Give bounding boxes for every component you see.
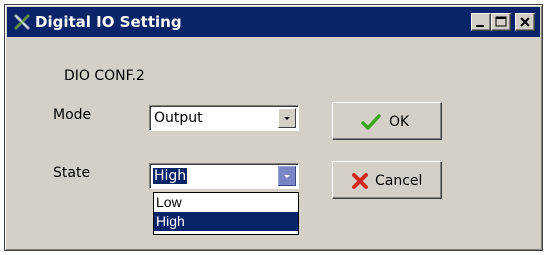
state-option-high[interactable]: High	[154, 212, 298, 231]
crossed-tools-icon	[13, 13, 31, 31]
chevron-down-icon	[284, 175, 290, 178]
window-title: Digital IO Setting	[35, 13, 182, 31]
state-option-low[interactable]: Low	[154, 193, 298, 212]
x-mark-icon	[352, 173, 368, 189]
cancel-button[interactable]: Cancel	[332, 161, 442, 199]
mode-label: Mode	[53, 107, 92, 123]
minimize-icon	[476, 25, 484, 27]
checkmark-icon	[361, 114, 381, 130]
minimize-button[interactable]	[471, 13, 491, 31]
title-bar[interactable]: Digital IO Setting	[7, 7, 540, 37]
mode-dropdown-button[interactable]	[278, 108, 296, 128]
state-dropdown-button[interactable]	[278, 166, 296, 186]
close-icon	[520, 17, 530, 27]
dialog-window: Digital IO Setting DIO CONF.2 Mode Outpu…	[4, 4, 543, 251]
cancel-button-label: Cancel	[375, 173, 423, 189]
ok-button[interactable]: OK	[332, 102, 442, 140]
state-label: State	[53, 165, 91, 181]
chevron-down-icon	[284, 117, 290, 120]
mode-select-value: Output	[154, 110, 203, 126]
maximize-icon	[495, 16, 507, 27]
state-dropdown-list: Low High	[153, 192, 299, 235]
state-select[interactable]: High	[149, 163, 299, 189]
config-heading: DIO CONF.2	[64, 68, 145, 84]
mode-select[interactable]: Output	[149, 105, 299, 131]
close-button[interactable]	[515, 13, 535, 31]
ok-button-label: OK	[389, 114, 410, 130]
maximize-button[interactable]	[491, 13, 511, 31]
state-select-value: High	[151, 167, 189, 185]
